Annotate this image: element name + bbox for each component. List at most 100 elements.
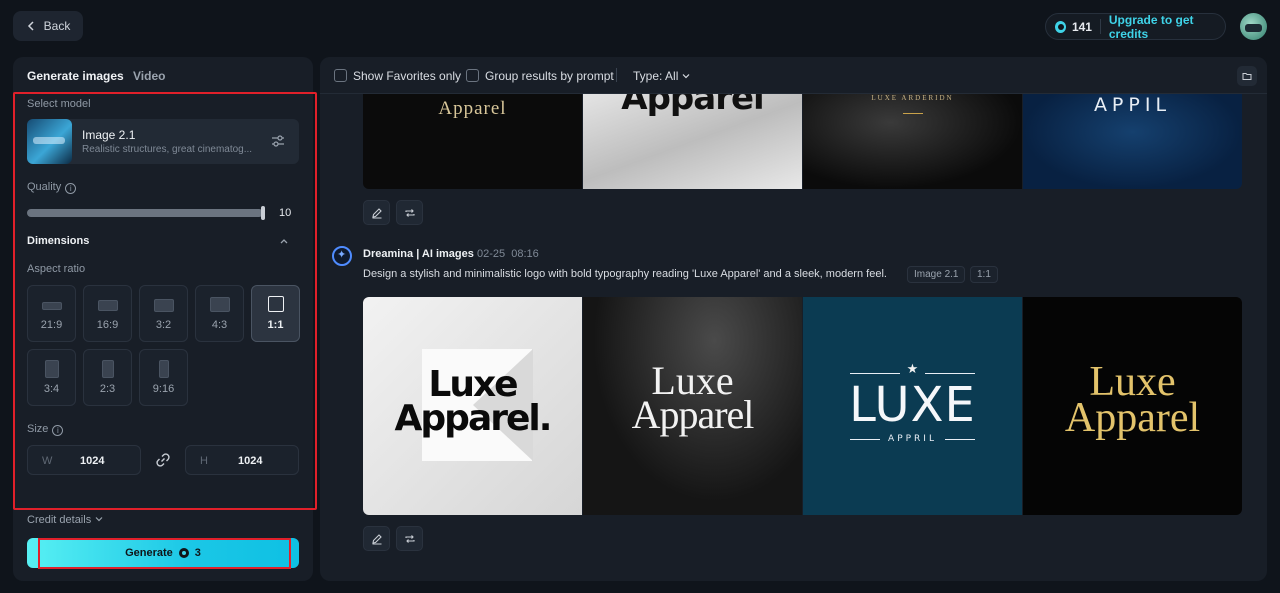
group-checkbox[interactable] — [466, 69, 479, 82]
result-image[interactable]: Luxe Apparel. — [363, 297, 582, 515]
type-filter-dropdown[interactable]: Type: All — [633, 69, 690, 83]
star-icon: ★ — [906, 361, 919, 376]
model-tag: Image 2.1 — [907, 266, 966, 283]
ratio-button-4-3[interactable]: 4:3 — [195, 285, 244, 342]
image-text: Apparel — [621, 94, 764, 118]
result-image[interactable]: ★ LUXE APPRIL — [803, 297, 1022, 515]
ratio-label: 1:1 — [267, 319, 284, 331]
width-prefix: W — [42, 455, 53, 467]
credit-coin-icon — [1055, 20, 1066, 33]
ratio-16-9-icon — [97, 300, 118, 311]
generate-button[interactable]: Generate 3 — [27, 538, 299, 568]
generate-cost: 3 — [194, 547, 201, 559]
ratio-button-3-2[interactable]: 3:2 — [139, 285, 188, 342]
folder-button[interactable] — [1237, 66, 1257, 86]
user-avatar[interactable] — [1240, 13, 1267, 40]
chevron-left-icon — [27, 21, 34, 31]
aspect-ratio-label: Aspect ratio — [27, 263, 86, 275]
favorites-checkbox[interactable] — [334, 69, 347, 82]
result-image[interactable]: Apparel — [363, 94, 582, 189]
ratio-1-1-icon — [267, 296, 284, 312]
image-text: Apparel. — [394, 398, 553, 439]
ratio-button-2-3[interactable]: 2:3 — [83, 349, 132, 406]
model-thumbnail — [27, 119, 72, 164]
height-value: 1024 — [238, 455, 263, 467]
prompt-date: 02-25 — [477, 248, 506, 260]
model-selector[interactable]: Image 2.1 Realistic structures, great ci… — [27, 119, 299, 164]
pencil-icon — [372, 534, 382, 545]
height-prefix: H — [200, 455, 208, 467]
generate-label: Generate — [125, 547, 173, 559]
select-model-label: Select model — [27, 98, 91, 110]
height-field[interactable]: H 1024 — [185, 445, 299, 475]
result-image[interactable]: APPIL — [1023, 94, 1242, 189]
result-image[interactable]: Luxe Apparel — [583, 297, 802, 515]
size-label-text: Size — [27, 423, 49, 435]
image-text: Apparel — [438, 98, 507, 119]
upgrade-link[interactable]: Upgrade to get credits — [1109, 13, 1225, 41]
image-text: LUXE ARDERIDN — [871, 94, 954, 102]
repeat-icon — [405, 209, 415, 217]
info-icon[interactable]: i — [52, 425, 64, 436]
ratio-button-3-4[interactable]: 3:4 — [27, 349, 76, 406]
result-image[interactable]: Luxe Apparel — [1023, 297, 1242, 515]
model-description: Realistic structures, great cinematog... — [82, 144, 253, 155]
image-text: LUXE — [849, 377, 976, 433]
back-button[interactable]: Back — [13, 11, 83, 41]
edit-button[interactable] — [363, 526, 390, 551]
quality-label: Quality i — [27, 181, 77, 194]
image-text: APPRIL — [888, 434, 937, 444]
regenerate-button[interactable] — [396, 200, 423, 225]
credits-separator — [1099, 19, 1101, 34]
ratio-3-2-icon — [153, 299, 174, 312]
ratio-4-3-icon — [209, 297, 230, 312]
chevron-down-icon — [682, 74, 690, 79]
credit-details-label: Credit details — [27, 514, 92, 526]
link-icon[interactable] — [155, 452, 171, 468]
ratio-label: 16:9 — [96, 319, 119, 331]
chevron-down-icon — [95, 517, 103, 522]
filter-divider — [616, 68, 617, 82]
credits-pill[interactable]: 141 Upgrade to get credits — [1045, 13, 1226, 41]
ratio-button-1-1[interactable]: 1:1 — [251, 285, 300, 342]
dimensions-title: Dimensions — [27, 235, 90, 247]
sliders-icon[interactable] — [271, 134, 285, 148]
info-icon[interactable]: i — [65, 183, 77, 194]
tab-video[interactable]: Video — [133, 69, 165, 83]
favorites-label[interactable]: Show Favorites only — [353, 69, 461, 83]
chevron-up-icon[interactable] — [279, 236, 289, 246]
image-text: Apparel — [631, 392, 755, 437]
width-field[interactable]: W 1024 — [27, 445, 141, 475]
tab-generate-images[interactable]: Generate images — [27, 69, 124, 83]
group-label[interactable]: Group results by prompt — [485, 69, 614, 83]
model-name: Image 2.1 — [82, 128, 136, 142]
gold-line — [903, 113, 923, 114]
ratio-2-3-icon — [101, 360, 114, 378]
ratio-label: 3:4 — [43, 383, 60, 395]
credit-details-toggle[interactable]: Credit details — [27, 514, 103, 526]
ratio-button-16-9[interactable]: 16:9 — [83, 285, 132, 342]
ratio-3-4-icon — [44, 360, 59, 378]
image-text: Apparel — [1064, 395, 1201, 441]
quality-label-text: Quality — [27, 181, 62, 193]
ratio-label: 2:3 — [99, 383, 116, 395]
credit-count: 141 — [1071, 19, 1092, 34]
ratio-button-21-9[interactable]: 21:9 — [27, 285, 76, 342]
prompt-timestamp: 02-25 08:16 — [477, 248, 539, 260]
ratio-21-9-icon — [41, 302, 62, 310]
result-image[interactable]: LUXE ARDERIDN — [803, 94, 1022, 189]
divider-line — [850, 373, 900, 374]
quality-slider-handle[interactable] — [261, 206, 265, 220]
top-bar: Back 141 Upgrade to get credits — [0, 0, 1280, 56]
prompt-source: Dreamina | AI images — [363, 248, 474, 260]
quality-slider[interactable] — [27, 209, 263, 217]
result-image[interactable]: Apparel — [583, 94, 802, 189]
ratio-label: 21:9 — [40, 319, 63, 331]
mode-tabs: Generate images Video — [13, 57, 313, 93]
edit-button[interactable] — [363, 200, 390, 225]
ratio-button-9-16[interactable]: 9:16 — [139, 349, 188, 406]
prompt-text[interactable]: Design a stylish and minimalistic logo w… — [363, 268, 887, 280]
regenerate-button[interactable] — [396, 526, 423, 551]
repeat-icon — [405, 535, 415, 543]
ratio-label: 3:2 — [155, 319, 172, 331]
